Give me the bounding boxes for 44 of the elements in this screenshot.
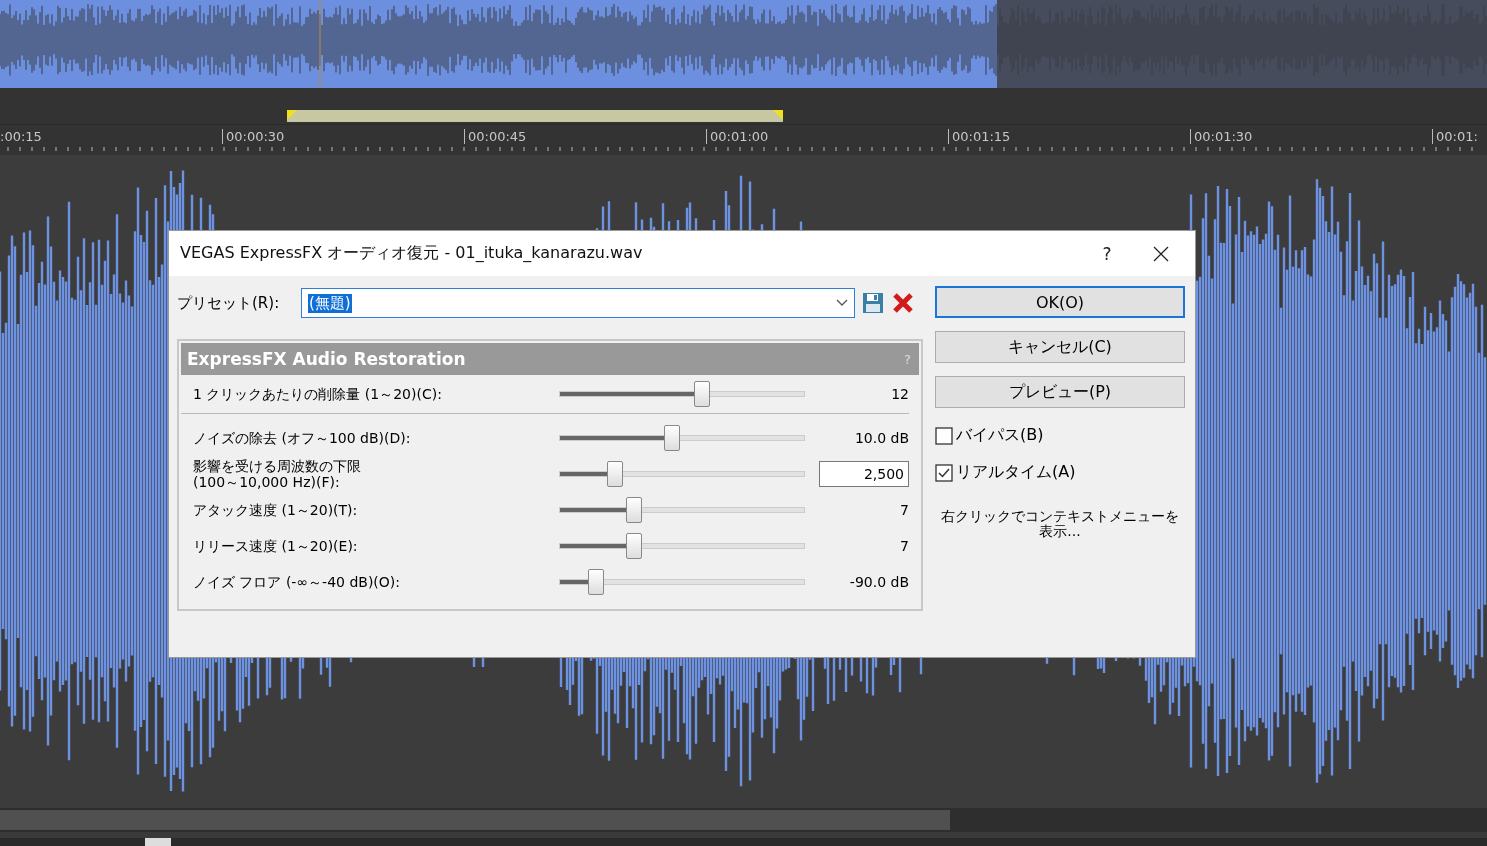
slider-thumb[interactable] <box>606 461 623 487</box>
checkbox[interactable]: バイパス(B) <box>935 425 1185 446</box>
parameter-label: ノイズ フロア (-∞～-40 dB)(O): <box>193 573 401 591</box>
parameter-label: リリース速度 (1～20)(E): <box>193 537 359 555</box>
slider-thumb[interactable] <box>626 533 643 559</box>
panel-title: ExpressFX Audio Restoration <box>187 349 466 369</box>
hint-text: 右クリックでコンテキストメニューを表示... <box>940 509 1180 540</box>
ruler-time-label: 00:01: <box>1432 129 1478 144</box>
parameter-value: -90.0 dB <box>849 574 909 590</box>
slider-thumb[interactable] <box>664 425 681 451</box>
ruler-time-label: 00:00:30 <box>222 129 285 144</box>
ruler-time-label: 00:01:30 <box>1190 129 1253 144</box>
input-field[interactable]: 2,500 <box>819 461 909 487</box>
parameter-value: 7 <box>900 502 909 518</box>
caret-icon[interactable] <box>836 299 848 307</box>
preset-label: プリセット(R): <box>177 293 281 313</box>
help-button[interactable]: ? <box>1085 242 1129 265</box>
parameter-value: 7 <box>900 538 909 554</box>
parameter-label: ノイズの除去 (オフ～100 dB)(D): <box>193 429 412 447</box>
ruler-time-label: :00:15 <box>0 129 42 144</box>
marker-icon[interactable] <box>145 838 171 846</box>
ruler-time-label: 00:01:15 <box>948 129 1011 144</box>
dialog-button[interactable]: プレビュー(P) <box>935 376 1185 408</box>
preset-dropdown[interactable]: (無題) <box>301 288 855 318</box>
checkbox-icon[interactable] <box>935 463 953 482</box>
parameter-label: 1 クリックあたりの削除量 (1～20)(C): <box>193 385 443 403</box>
slider-thumb[interactable] <box>587 569 604 595</box>
checkbox[interactable]: リアルタイム(A) <box>935 462 1185 483</box>
parameter-value: 12 <box>891 386 909 402</box>
checkbox-icon[interactable] <box>935 426 953 445</box>
save-icon[interactable] <box>861 291 885 315</box>
dialog-button[interactable]: OK(O) <box>935 286 1185 318</box>
slider-thumb[interactable] <box>626 497 643 523</box>
ruler-time-label: 00:00:45 <box>464 129 527 144</box>
window-title: VEGAS ExpressFX オーディオ復元 - 01_ituka_kanarazu.wav <box>180 243 644 264</box>
ruler-time-label: 00:01:00 <box>706 129 769 144</box>
slider-thumb[interactable] <box>694 381 711 407</box>
horizontal-scrollbar[interactable] <box>0 808 1487 832</box>
close-icon[interactable] <box>1153 245 1169 262</box>
parameter-label: アタック速度 (1～20)(T): <box>193 501 359 519</box>
dialog-button[interactable]: キャンセル(C) <box>935 331 1185 363</box>
parameter-value: 10.0 dB <box>854 430 909 446</box>
delete-icon[interactable] <box>891 291 915 315</box>
parameter-label: 影響を受ける周波数の下限 (100～10,000 Hz)(F): <box>193 457 362 491</box>
